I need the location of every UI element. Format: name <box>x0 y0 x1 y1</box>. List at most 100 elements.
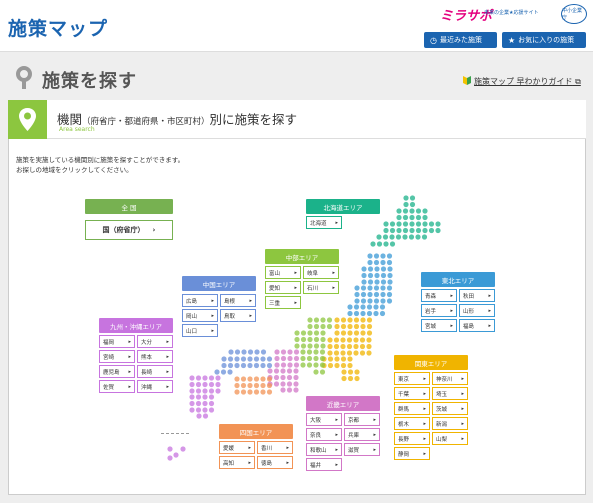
kyushu-area-header[interactable]: 九州・沖縄エリア <box>99 318 173 333</box>
kyushu-map-dot[interactable] <box>189 394 195 400</box>
kanto-map-dot[interactable] <box>346 350 353 356</box>
chubu-map-dot[interactable] <box>313 336 320 343</box>
pref-chubu-0[interactable]: 富山 ▸ <box>265 266 301 279</box>
hokkaido-map-dot[interactable] <box>409 221 415 227</box>
shikoku-map-dot[interactable] <box>260 376 266 382</box>
chugoku-map-dot[interactable] <box>247 356 253 362</box>
pref-chubu-2[interactable]: 愛知 ▸ <box>265 281 301 294</box>
tohoku-map-dot[interactable] <box>380 259 386 266</box>
tohoku-map-dot[interactable] <box>367 266 374 272</box>
kanto-map-dot[interactable] <box>353 337 359 343</box>
tohoku-map-dot[interactable] <box>379 310 386 317</box>
pref-shikoku-0[interactable]: 愛媛 ▸ <box>219 441 255 454</box>
kyushu-map-dot[interactable] <box>180 446 186 452</box>
kanto-map-dot[interactable] <box>366 343 372 350</box>
chugoku-map-dot[interactable] <box>227 356 234 362</box>
hokkaido-map-dot[interactable] <box>408 234 415 240</box>
kanto-map-dot[interactable] <box>359 337 366 343</box>
kinki-map-dot[interactable] <box>293 387 299 393</box>
hokkaido-map-dot[interactable] <box>389 241 396 247</box>
chubu-map-dot[interactable] <box>313 355 319 362</box>
kyushu-map-dot[interactable] <box>208 400 215 407</box>
chubu-map-dot[interactable] <box>306 349 313 355</box>
tohoku-map-dot[interactable] <box>367 259 373 266</box>
kanto-map-dot[interactable] <box>353 317 360 323</box>
kanto-map-dot[interactable] <box>347 317 353 323</box>
kyushu-map-dot[interactable] <box>189 375 195 381</box>
kanto-map-dot[interactable] <box>334 323 340 330</box>
hokkaido-map-dot[interactable] <box>422 214 428 221</box>
pref-kinki-4[interactable]: 和歌山 ▸ <box>306 443 342 456</box>
chubu-map-dot[interactable] <box>319 362 326 368</box>
chugoku-map-dot[interactable] <box>227 369 233 375</box>
kanto-map-dot[interactable] <box>360 317 366 323</box>
chubu-area-header[interactable]: 中部エリア <box>265 249 339 264</box>
tohoku-map-dot[interactable] <box>367 285 373 291</box>
kinki-map-dot[interactable] <box>280 355 287 362</box>
shikoku-map-dot[interactable] <box>247 376 253 382</box>
tohoku-map-dot[interactable] <box>354 291 360 298</box>
kanto-map-dot[interactable] <box>327 337 333 343</box>
kanto-map-dot[interactable] <box>341 375 347 382</box>
kanto-map-dot[interactable] <box>360 323 366 330</box>
kanto-map-dot[interactable] <box>366 350 372 356</box>
hokkaido-map-dot[interactable] <box>415 234 421 240</box>
chugoku-map-dot[interactable] <box>247 362 253 369</box>
pref-kinki-5[interactable]: 滋賀 ▸ <box>344 443 380 456</box>
tohoku-map-dot[interactable] <box>367 272 374 279</box>
hokkaido-map-dot[interactable] <box>383 221 389 227</box>
kyushu-map-dot[interactable] <box>215 388 221 394</box>
pref-kanto-8[interactable]: 長野 ▸ <box>394 432 430 445</box>
chubu-map-dot[interactable] <box>326 317 333 323</box>
pref-kanto-3[interactable]: 埼玉 ▸ <box>432 387 468 400</box>
kanto-map-dot[interactable] <box>346 337 353 343</box>
shikoku-map-dot[interactable] <box>253 376 260 382</box>
tohoku-map-dot[interactable] <box>361 266 367 272</box>
hokkaido-map-dot[interactable] <box>383 227 389 234</box>
chugoku-map-dot[interactable] <box>266 356 273 362</box>
kanto-map-dot[interactable] <box>359 343 366 350</box>
kanto-map-dot[interactable] <box>333 350 340 356</box>
kinki-area-header[interactable]: 近畿エリア <box>306 396 380 411</box>
chubu-map-dot[interactable] <box>319 355 326 362</box>
kanto-map-dot[interactable] <box>340 337 346 343</box>
tohoku-map-dot[interactable] <box>354 298 360 304</box>
shikoku-map-dot[interactable] <box>247 382 253 389</box>
kyushu-map-dot[interactable] <box>215 375 221 381</box>
tohoku-map-dot[interactable] <box>380 253 386 259</box>
tohoku-map-dot[interactable] <box>347 310 353 317</box>
pref-kinki-3[interactable]: 兵庫 ▸ <box>344 428 380 441</box>
kanto-map-dot[interactable] <box>366 317 373 323</box>
hokkaido-map-dot[interactable] <box>403 201 409 208</box>
chubu-map-dot[interactable] <box>294 336 300 343</box>
chugoku-area-header[interactable]: 中国エリア <box>182 276 256 291</box>
kyushu-map-dot[interactable] <box>196 413 202 419</box>
pref-kinki-6[interactable]: 福井 ▸ <box>306 458 342 471</box>
hokkaido-map-dot[interactable] <box>435 221 441 227</box>
chugoku-map-dot[interactable] <box>227 362 234 369</box>
kinki-map-dot[interactable] <box>293 355 300 362</box>
kanto-map-dot[interactable] <box>340 317 347 323</box>
hokkaido-map-dot[interactable] <box>383 241 389 247</box>
pref-kyushu-3[interactable]: 熊本 ▸ <box>137 350 173 363</box>
hokkaido-map-dot[interactable] <box>409 214 415 221</box>
chubu-map-dot[interactable] <box>306 355 313 362</box>
kanto-map-dot[interactable] <box>333 343 340 350</box>
kinki-map-dot[interactable] <box>267 368 273 374</box>
kinki-map-dot[interactable] <box>286 387 293 393</box>
pref-kanto-1[interactable]: 神奈川 ▸ <box>432 372 468 385</box>
pref-tohoku-4[interactable]: 宮城 ▸ <box>421 319 457 332</box>
hokkaido-map-dot[interactable] <box>435 227 441 234</box>
chugoku-map-dot[interactable] <box>241 349 247 355</box>
chugoku-map-dot[interactable] <box>260 349 267 355</box>
kanto-map-dot[interactable] <box>340 356 347 362</box>
tohoku-map-dot[interactable] <box>347 304 353 310</box>
pref-hokkaido[interactable]: 北海道 ▸ <box>306 216 342 229</box>
hokkaido-map-dot[interactable] <box>389 234 395 240</box>
tohoku-map-dot[interactable] <box>373 291 380 298</box>
chubu-map-dot[interactable] <box>300 349 306 355</box>
hokkaido-map-dot[interactable] <box>428 221 435 227</box>
kyushu-map-dot[interactable] <box>208 394 215 400</box>
kanto-map-dot[interactable] <box>353 343 359 350</box>
chubu-map-dot[interactable] <box>313 349 319 355</box>
